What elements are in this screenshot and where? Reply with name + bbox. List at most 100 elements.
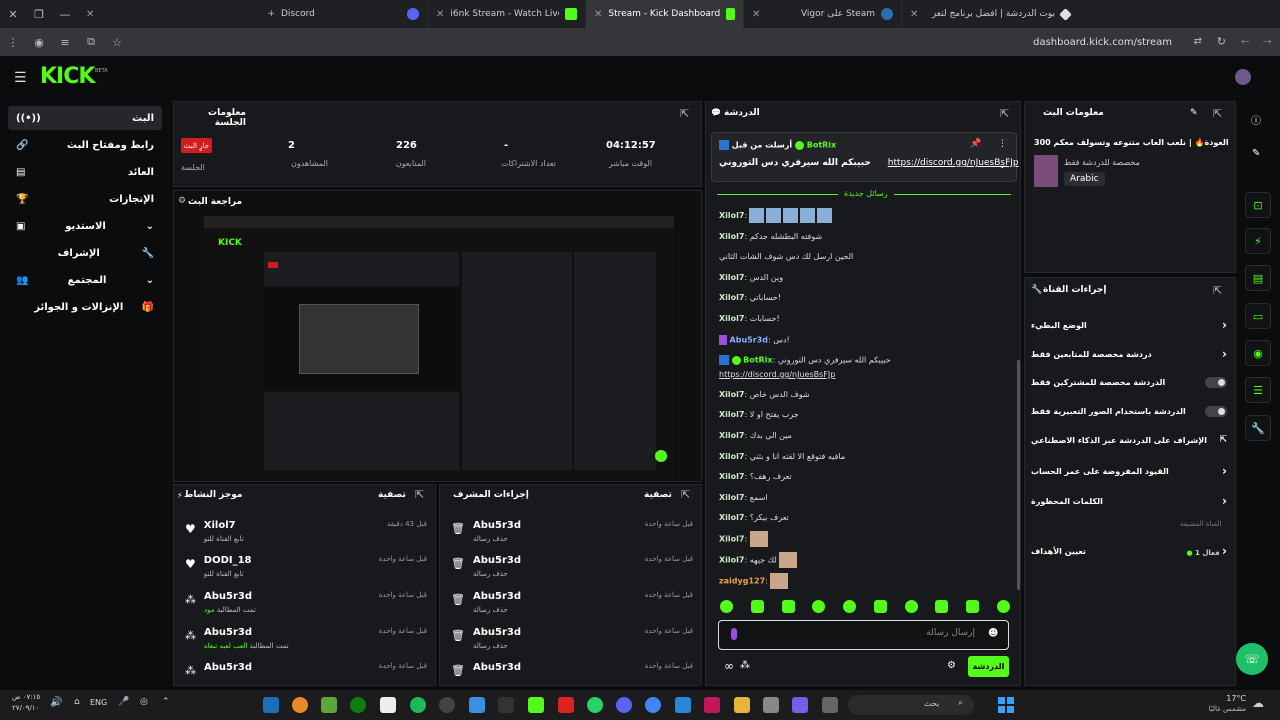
- telegram-taskbar-icon[interactable]: [675, 697, 691, 713]
- menu-dots-icon[interactable]: ⋮: [0, 36, 26, 49]
- tab-chatbot[interactable]: ✕ بوت الدردشة | أفضل برنامج لتعز: [902, 0, 1078, 28]
- mic-icon[interactable]: [731, 628, 737, 640]
- microphone-icon[interactable]: 🎤: [118, 697, 129, 707]
- category-name[interactable]: مخصصة للدردشة فقط: [1064, 158, 1140, 167]
- lightning-icon[interactable]: ⚡: [1245, 228, 1271, 254]
- tray-expand-icon[interactable]: ⌃: [162, 697, 170, 707]
- tab-vigor-steam[interactable]: ✕ Vigor على Steam: [744, 0, 902, 28]
- followers-only-row[interactable]: دردشة مخصصة للمتابعين فقط ›: [1031, 347, 1227, 361]
- chat-link[interactable]: https://discord.gg/nJuesBsFJp: [719, 370, 835, 379]
- minecraft-taskbar-icon[interactable]: [321, 697, 337, 713]
- popout-icon[interactable]: ⇱: [1213, 107, 1222, 120]
- mod-action-user[interactable]: Abu5r3d: [473, 627, 521, 638]
- chat-user[interactable]: Xilol7: [719, 493, 744, 502]
- sidebar-item-drops[interactable]: الإنزالات و الجوائز 🎁: [8, 295, 162, 319]
- chat-input-placeholder[interactable]: إرسال رسالة: [760, 628, 975, 638]
- forward-icon[interactable]: →: [1263, 35, 1272, 48]
- vpn-icon[interactable]: ◉: [26, 36, 52, 49]
- emote-icon[interactable]: [720, 600, 733, 613]
- chat-user[interactable]: Abu5r3d: [730, 336, 768, 345]
- site-settings-icon[interactable]: ⇄: [1194, 36, 1202, 47]
- hamburger-menu-icon[interactable]: ☰: [14, 70, 27, 86]
- vpn-taskbar-icon[interactable]: [469, 697, 485, 713]
- info-icon[interactable]: ⓘ: [1251, 112, 1261, 127]
- emoji-picker-icon[interactable]: ☻: [988, 628, 998, 639]
- chat-user[interactable]: Xilol7: [719, 452, 744, 461]
- tune-icon[interactable]: ≡: [52, 36, 78, 49]
- steam-taskbar-icon[interactable]: [263, 697, 279, 713]
- notes-icon[interactable]: ▤: [1245, 265, 1271, 291]
- taskbar-search[interactable]: [848, 695, 974, 715]
- chat-user[interactable]: Xilol7: [719, 293, 744, 302]
- activity-user[interactable]: Abu5r3d: [204, 627, 289, 638]
- extensions-icon[interactable]: ⧉: [78, 35, 104, 49]
- new-tab-icon[interactable]: +: [267, 9, 275, 19]
- account-age-row[interactable]: القيود المفروضة على عمر الحساب ›: [1031, 464, 1227, 478]
- emote-icon[interactable]: [904, 600, 918, 613]
- popout-icon[interactable]: ⇱: [415, 488, 424, 501]
- tab-close-icon[interactable]: ✕: [86, 9, 94, 20]
- tab-close-icon[interactable]: ✕: [752, 9, 760, 20]
- emote-icon[interactable]: [873, 600, 887, 613]
- chat-user[interactable]: Xilol7: [719, 390, 744, 399]
- clip-icon[interactable]: ⊡: [1245, 192, 1271, 218]
- tab-close-icon[interactable]: ✕: [436, 9, 444, 20]
- network-icon[interactable]: ⌂: [74, 697, 80, 707]
- mod-filter[interactable]: تصفية: [644, 490, 672, 500]
- weather-text[interactable]: مشمس غالبًا: [1196, 705, 1246, 713]
- chevron-down-icon[interactable]: ⌄: [998, 160, 1006, 171]
- activity-user[interactable]: DODI_18: [204, 555, 252, 566]
- tab-kick-dashboard[interactable]: ✕ Stream - Kick Dashboard: [586, 0, 744, 28]
- goals-row[interactable]: تعيين الأهداف ● فعال 1 ›: [1031, 544, 1227, 558]
- emote-icon[interactable]: [781, 600, 795, 613]
- chat-user[interactable]: Xilol7: [719, 314, 744, 323]
- tools-icon[interactable]: 🔧: [1245, 415, 1271, 441]
- chat-user[interactable]: Xilol7: [719, 535, 744, 544]
- popout-icon[interactable]: ⇱: [681, 488, 690, 501]
- discord-taskbar-icon[interactable]: [616, 697, 632, 713]
- obs-tray-icon[interactable]: ◎: [140, 697, 148, 707]
- chat-user[interactable]: Xilol7: [719, 431, 744, 440]
- tab-discord-bot[interactable]: ✕ + Discord: [78, 0, 428, 28]
- language-indicator[interactable]: ENG: [90, 698, 107, 707]
- emote-icon[interactable]: [935, 600, 949, 613]
- xbox-taskbar-icon[interactable]: [350, 697, 366, 713]
- spotify-taskbar-icon[interactable]: [410, 697, 426, 713]
- tab-close-icon[interactable]: ✕: [910, 9, 918, 20]
- wps-taskbar-icon[interactable]: [704, 697, 720, 713]
- weather-temp[interactable]: 17°C: [1210, 694, 1246, 703]
- activity-filter[interactable]: تصفية: [378, 490, 406, 500]
- infinity-icon[interactable]: ∞: [724, 659, 734, 673]
- tab-i6nk-stream[interactable]: ✕ i6nk Stream - Watch Live on: [428, 0, 586, 28]
- sidebar-item-live[interactable]: ((•)) البث: [8, 106, 162, 130]
- kick-logo[interactable]: KICK: [40, 64, 95, 89]
- edit-icon[interactable]: ✎: [1190, 108, 1198, 118]
- app-taskbar-icon[interactable]: [558, 697, 574, 713]
- clock-time[interactable]: ٠٧:١٥ ص: [12, 693, 40, 701]
- activity-user[interactable]: Abu5r3d: [204, 662, 252, 673]
- subscribers-only-toggle[interactable]: [1205, 377, 1227, 388]
- chat-user[interactable]: Xilol7: [719, 232, 744, 241]
- chat-user[interactable]: Xilol7: [719, 211, 744, 220]
- more-options-icon[interactable]: ⋮: [998, 139, 1007, 149]
- broadcast-icon[interactable]: ◉: [1245, 340, 1271, 366]
- firefox-taskbar-icon[interactable]: [292, 697, 308, 713]
- minimize-window-icon[interactable]: —: [52, 8, 78, 21]
- banned-words-row[interactable]: الكلمات المحظورة ›: [1031, 494, 1227, 508]
- sidebar-item-stream-key[interactable]: 🔗 رابط ومفتاح البث: [8, 133, 162, 157]
- sidebar-item-revenue[interactable]: ▤ العائد: [8, 160, 162, 184]
- bookmark-star-icon[interactable]: ☆: [104, 36, 130, 49]
- volume-icon[interactable]: 🔊: [50, 697, 62, 708]
- activity-user[interactable]: Xilol7: [204, 520, 244, 531]
- support-chat-icon[interactable]: ☏: [1236, 643, 1268, 675]
- avatar[interactable]: [1235, 69, 1251, 85]
- windows-start-icon[interactable]: [998, 697, 1014, 713]
- chat-scrollbar[interactable]: [1017, 360, 1020, 590]
- mod-action-user[interactable]: Abu5r3d: [473, 520, 521, 531]
- whatsapp-taskbar-icon[interactable]: [587, 697, 603, 713]
- emote-only-toggle[interactable]: [1205, 406, 1227, 417]
- sidebar-item-moderation[interactable]: الإشراف 🔧: [8, 241, 162, 265]
- url-text[interactable]: dashboard.kick.com/stream: [1033, 37, 1172, 48]
- chat-user[interactable]: zaidyg127: [719, 577, 765, 586]
- emote-icon[interactable]: [966, 600, 980, 613]
